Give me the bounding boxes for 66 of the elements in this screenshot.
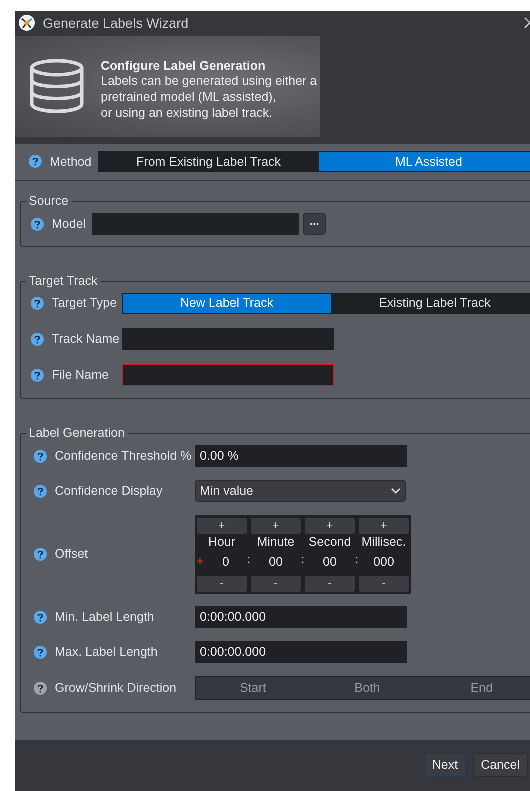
help-icon[interactable] <box>34 484 47 498</box>
field-label: File Name <box>52 368 110 382</box>
help-icon[interactable] <box>34 450 47 463</box>
help-icon[interactable] <box>31 296 44 310</box>
header-title: Configure Label Generation <box>101 58 267 73</box>
sign-indicator: + <box>197 556 204 568</box>
help-icon[interactable] <box>34 610 47 624</box>
field-label: Min. Label Length <box>55 610 156 624</box>
decrement-button[interactable]: - <box>197 576 247 592</box>
decrement-button[interactable]: - <box>305 576 355 592</box>
increment-button[interactable]: + <box>197 518 247 534</box>
help-icon[interactable] <box>34 682 47 695</box>
header-description: Labels can be generated using either a <box>101 73 318 89</box>
input-field[interactable] <box>92 213 300 236</box>
input-field[interactable] <box>122 364 334 386</box>
field-label: Method <box>50 154 92 169</box>
unit-label: Minute <box>256 534 296 551</box>
dropdown[interactable]: Min value <box>195 480 406 502</box>
unit-label: Hour <box>207 534 237 551</box>
input-field[interactable]: 0.00 % <box>195 445 407 468</box>
separator: : <box>301 552 305 568</box>
segment-option[interactable]: ML Assisted <box>318 152 530 172</box>
dialog-button[interactable]: Next <box>424 752 466 777</box>
input-field[interactable]: 0:00:00.000 <box>195 606 407 628</box>
time-value: 0 <box>222 554 230 569</box>
time-value: 00 <box>322 554 338 569</box>
separator: : <box>355 552 359 568</box>
header-description: or using an existing label track. <box>101 104 274 121</box>
browse-button[interactable]: ... <box>303 213 326 236</box>
field-label: Max. Label Length <box>55 645 159 660</box>
input-field[interactable]: 0:00:00.000 <box>195 641 407 664</box>
field-label: Confidence Display <box>55 484 164 498</box>
group-title: Target Track <box>28 274 99 288</box>
field-label: Offset <box>55 547 90 562</box>
help-icon[interactable] <box>31 218 44 231</box>
unit-label: Second <box>308 534 352 551</box>
increment-button[interactable]: + <box>251 518 301 534</box>
segment-option[interactable]: From Existing Label Track <box>98 152 319 172</box>
unit-label: Millisec. <box>360 534 408 551</box>
input-field[interactable] <box>122 328 334 350</box>
group-title: Label Generation <box>28 426 126 440</box>
decrement-button[interactable]: - <box>251 576 301 592</box>
app-logo-icon <box>19 15 35 32</box>
field-label: Target Type <box>52 296 115 310</box>
segment-option[interactable]: Existing Label Track <box>331 294 530 313</box>
time-value: 00 <box>268 554 284 569</box>
group-title: Source <box>28 194 70 208</box>
dialog-button[interactable]: Cancel <box>473 752 528 777</box>
chevron-down-icon <box>391 488 401 495</box>
increment-button[interactable]: + <box>359 518 409 534</box>
help-icon[interactable] <box>34 548 47 561</box>
decrement-button[interactable]: - <box>359 576 409 592</box>
help-icon[interactable] <box>31 332 44 346</box>
help-icon[interactable] <box>31 368 44 382</box>
database-icon <box>29 58 85 116</box>
segment-option[interactable]: New Label Track <box>123 294 331 313</box>
header-description: pretrained model (ML assisted), <box>101 88 278 105</box>
increment-button[interactable]: + <box>305 518 355 534</box>
window-title: Generate Labels Wizard <box>43 16 190 31</box>
field-label: Confidence Threshold % <box>55 449 190 464</box>
field-label: Model <box>52 217 86 232</box>
separator: : <box>247 552 251 568</box>
help-icon[interactable] <box>34 646 47 659</box>
field-label: Grow/Shrink Direction <box>55 681 178 696</box>
time-value: 000 <box>372 554 396 569</box>
help-icon[interactable] <box>29 155 42 168</box>
